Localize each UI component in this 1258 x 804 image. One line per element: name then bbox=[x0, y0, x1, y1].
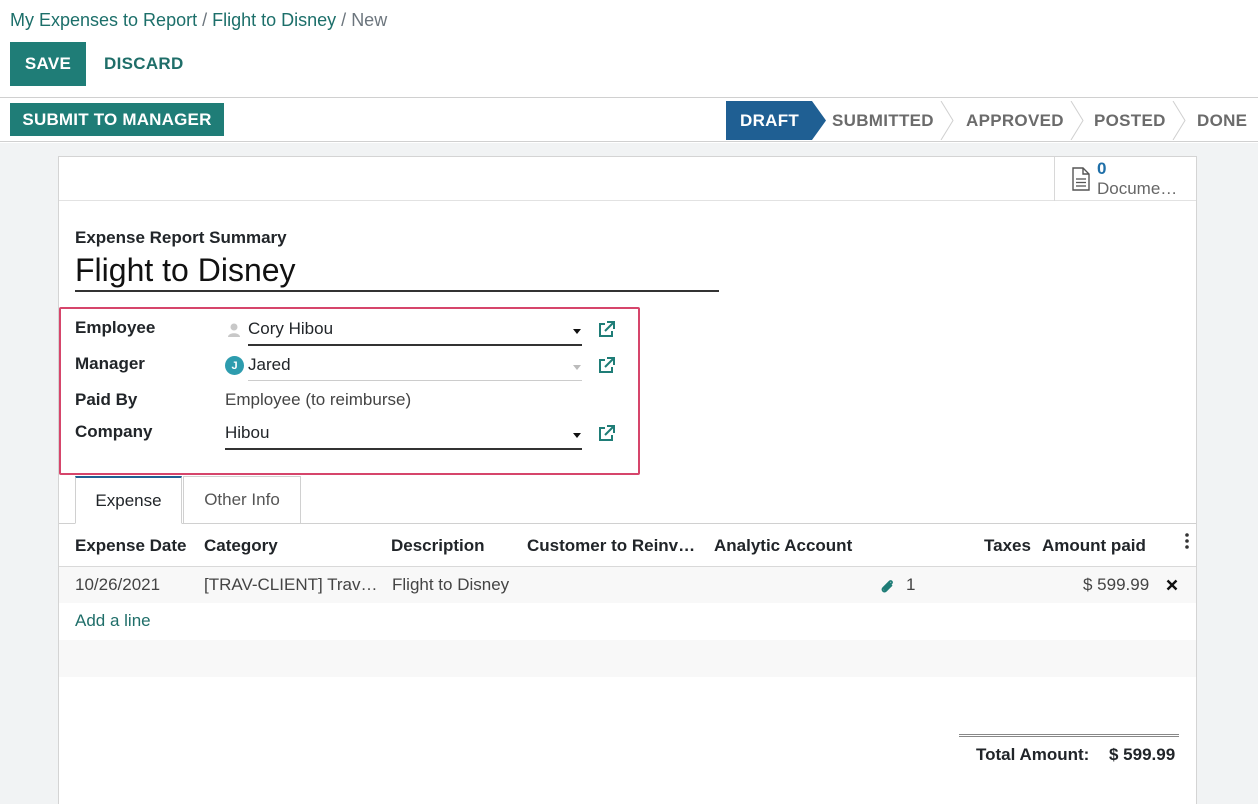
external-link-icon[interactable] bbox=[596, 356, 616, 376]
manager-dropdown-icon[interactable] bbox=[573, 365, 581, 370]
employee-field[interactable]: Cory Hibou bbox=[248, 319, 333, 339]
breadcrumb-separator: / bbox=[336, 10, 352, 30]
discard-button[interactable]: DISCARD bbox=[104, 42, 184, 86]
column-category[interactable]: Category bbox=[204, 536, 278, 556]
manager-label: Manager bbox=[75, 354, 145, 373]
paid-by-value: Employee (to reimburse) bbox=[225, 390, 412, 409]
stage-done[interactable]: DONE bbox=[1197, 101, 1247, 140]
manager-avatar: J bbox=[225, 356, 244, 375]
expense-table-header: Expense Date Category Description Custom… bbox=[59, 525, 1196, 567]
cell-expense-date: 10/26/2021 bbox=[75, 575, 161, 594]
column-expense-date[interactable]: Expense Date bbox=[75, 536, 187, 556]
stage-arrow-active bbox=[812, 101, 826, 140]
stage-posted[interactable]: POSTED bbox=[1094, 101, 1166, 140]
paid-by-label: Paid By bbox=[75, 390, 138, 409]
table-row[interactable]: 10/26/2021 [TRAV-CLIENT] Trav… Flight to… bbox=[59, 567, 1196, 603]
empty-table-row bbox=[59, 640, 1196, 677]
breadcrumb-current: New bbox=[351, 10, 388, 30]
form-workspace: 0 Docume… Expense Report Summary Flight … bbox=[0, 143, 1258, 804]
employee-dropdown-icon[interactable] bbox=[573, 329, 581, 334]
breadcrumb: My Expenses to Report / Flight to Disney… bbox=[10, 10, 387, 31]
stage-draft[interactable]: DRAFT bbox=[726, 101, 812, 140]
stage-submitted[interactable]: SUBMITTED bbox=[832, 101, 934, 140]
breadcrumb-separator: / bbox=[197, 10, 213, 30]
column-taxes[interactable]: Taxes bbox=[984, 536, 1031, 556]
external-link-icon[interactable] bbox=[596, 424, 616, 444]
totals-separator bbox=[959, 734, 1179, 737]
company-field-underline bbox=[225, 448, 582, 450]
paperclip-icon[interactable] bbox=[879, 578, 895, 594]
tab-expense[interactable]: Expense bbox=[75, 476, 182, 524]
stage-approved[interactable]: APPROVED bbox=[966, 101, 1064, 140]
company-label: Company bbox=[75, 422, 153, 441]
breadcrumb-expenses-link[interactable]: My Expenses to Report bbox=[10, 10, 197, 30]
cell-amount-paid: $ 599.99 bbox=[1083, 575, 1150, 594]
document-icon bbox=[1072, 167, 1090, 191]
cell-attachment-count: 1 bbox=[906, 575, 916, 594]
documents-smart-button[interactable]: 0 Docume… bbox=[1054, 157, 1196, 201]
breadcrumb-report-link[interactable]: Flight to Disney bbox=[212, 10, 336, 30]
submit-to-manager-button[interactable]: SUBMIT TO MANAGER bbox=[10, 103, 224, 136]
cell-description: Flight to Disney bbox=[392, 575, 510, 594]
save-button[interactable]: SAVE bbox=[10, 42, 86, 86]
smart-button-box: 0 Docume… bbox=[59, 157, 1196, 201]
stage-separator-chevron bbox=[1070, 101, 1084, 140]
total-amount-value: $ 599.99 bbox=[1109, 745, 1176, 764]
company-dropdown-icon[interactable] bbox=[573, 433, 581, 438]
form-sheet: 0 Docume… Expense Report Summary Flight … bbox=[58, 156, 1197, 804]
status-bar: SUBMIT TO MANAGER DRAFT SUBMITTED APPROV… bbox=[0, 99, 1258, 142]
external-link-icon[interactable] bbox=[596, 320, 616, 340]
column-customer-to-reinvoice[interactable]: Customer to Reinv… bbox=[527, 536, 695, 556]
stage-separator-chevron bbox=[940, 101, 954, 140]
documents-count: 0 bbox=[1097, 159, 1107, 178]
delete-row-icon[interactable] bbox=[1166, 579, 1178, 591]
column-options-icon[interactable] bbox=[1184, 533, 1190, 549]
company-field[interactable]: Hibou bbox=[225, 423, 269, 443]
employee-avatar-icon bbox=[228, 323, 240, 337]
employee-label: Employee bbox=[75, 318, 156, 337]
column-description[interactable]: Description bbox=[391, 536, 485, 556]
employee-field-underline bbox=[248, 344, 582, 346]
control-panel: My Expenses to Report / Flight to Disney… bbox=[0, 0, 1258, 98]
tab-other-info[interactable]: Other Info bbox=[183, 476, 301, 524]
total-amount-label: Total Amount: bbox=[976, 745, 1090, 764]
documents-label: Docume… bbox=[1097, 179, 1178, 198]
manager-field[interactable]: Jared bbox=[248, 355, 291, 375]
column-amount-paid[interactable]: Amount paid bbox=[1042, 536, 1146, 556]
add-a-line-link[interactable]: Add a line bbox=[75, 611, 151, 631]
report-title-input[interactable]: Flight to Disney bbox=[75, 252, 719, 292]
summary-label: Expense Report Summary bbox=[75, 228, 287, 247]
stage-separator-chevron bbox=[1172, 101, 1186, 140]
column-analytic-account[interactable]: Analytic Account bbox=[714, 536, 852, 556]
cell-category: [TRAV-CLIENT] Trav… bbox=[204, 575, 378, 594]
notebook-tabs: Expense Other Info bbox=[59, 476, 1196, 524]
manager-field-underline bbox=[248, 380, 582, 381]
